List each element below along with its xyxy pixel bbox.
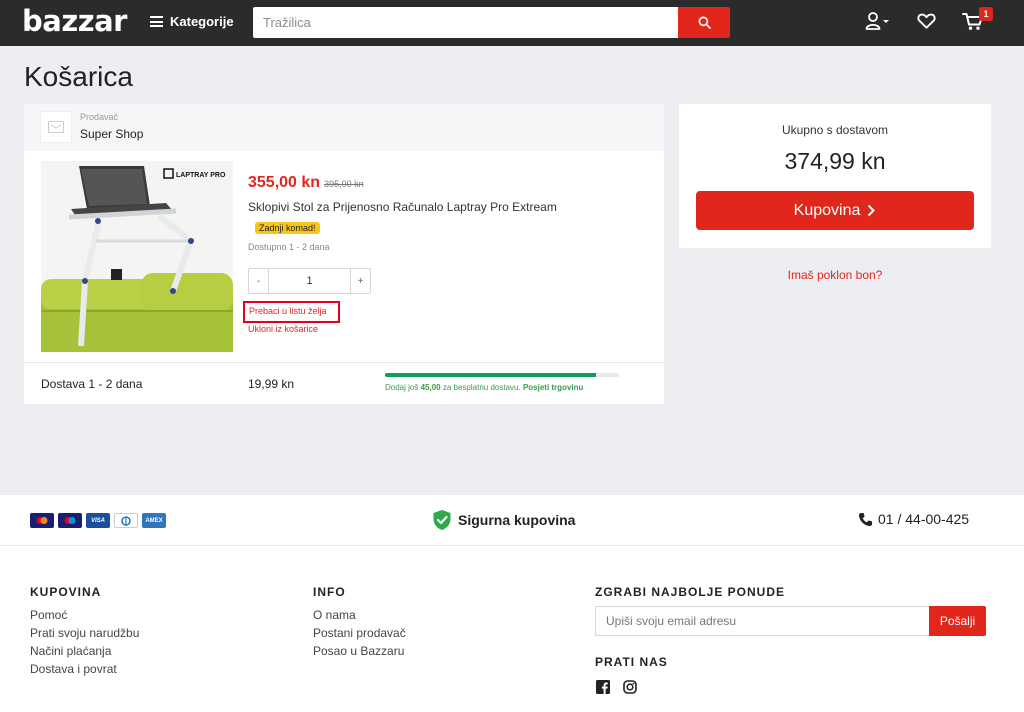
visa-icon: VISA [86,513,110,528]
chevron-right-icon [868,204,876,217]
secure-shopping: Sigurna kupovina [432,509,575,531]
seller-name[interactable]: Super Shop [80,127,143,141]
product-image-brand: LAPTRAY PRO [176,172,226,179]
quantity-decrease-button[interactable]: - [249,269,269,293]
facebook-icon[interactable] [596,680,610,694]
user-icon [865,12,889,30]
trust-bar: VISA AMEX Sigurna kupovina 01 / 44-00-42… [0,495,1024,546]
payment-cards: VISA AMEX [30,513,166,528]
mastercard-icon [30,513,54,528]
item-price-row: 355,00 kn 395,00 kn [248,174,364,192]
bazzar-logo[interactable]: bazzar [22,4,127,38]
top-header: bazzar Kategorije 1 [0,0,1024,46]
product-name-link[interactable]: Sklopivi Stol za Prijenosno Računalo Lap… [248,200,557,214]
footer-link-become-seller[interactable]: Postani prodavač [313,626,406,644]
quantity-input[interactable] [269,269,350,293]
msg-amount: 45,00 [420,383,441,392]
cart-panel: Prodavač Super Shop LAPTRAY PRO 355,00 k… [24,104,664,404]
page-title: Košarica [24,61,133,92]
wishlist-button[interactable] [917,12,936,35]
search-input[interactable] [253,7,678,38]
footer: VISA AMEX Sigurna kupovina 01 / 44-00-42… [0,495,1024,712]
product-image[interactable]: LAPTRAY PRO [41,161,233,352]
progress-fill [385,373,596,377]
checkout-button[interactable]: Kupovina [696,191,974,230]
footer-link-track-order[interactable]: Prati svoju narudžbu [30,626,139,644]
cart-button[interactable]: 1 [962,7,993,36]
availability-text: Dostupno 1 - 2 dana [248,242,330,252]
phone-number: 01 / 44-00-425 [878,511,970,527]
footer-links-shopping: Pomoć Prati svoju narudžbu Načini plaćan… [30,608,139,680]
newsletter-email-input[interactable] [595,606,929,636]
visit-store-link[interactable]: Posjeti trgovinu [523,383,583,392]
free-shipping-progress-bar [385,373,619,377]
search-icon [698,16,711,29]
instagram-icon[interactable] [623,680,637,694]
seller-logo[interactable] [40,111,72,143]
msg-suffix: za besplatnu dostavu. [442,383,521,392]
move-to-wishlist-link[interactable]: Prebaci u listu želja [243,301,340,323]
phone-icon [858,512,873,526]
total-value: 374,99 kn [784,148,886,174]
shipping-title: Dostava 1 - 2 dana [41,377,143,391]
newsletter-submit-button[interactable]: Pošalji [929,606,986,636]
cart-count-badge: 1 [979,7,993,21]
free-shipping-message: Dodaj još 45,00 za besplatnu dostavu. Po… [385,383,583,392]
footer-heading-social: PRATI NAS [595,655,668,669]
footer-links-info: O nama Postani prodavač Posao u Bazzaru [313,608,406,662]
footer-link-help[interactable]: Pomoć [30,608,139,626]
shipping-row: Dostava 1 - 2 dana 19,99 kn Dodaj još 45… [24,362,664,404]
footer-link-careers[interactable]: Posao u Bazzaru [313,644,406,662]
footer-heading-info: INFO [313,585,346,599]
checkout-label: Kupovina [793,201,861,219]
footer-link-about[interactable]: O nama [313,608,406,626]
quantity-increase-button[interactable]: + [350,269,370,293]
total-label: Ukupno s dostavom [781,123,889,137]
store-icon [48,121,64,133]
categories-menu-button[interactable]: Kategorije [150,14,234,29]
social-links [596,680,637,694]
hamburger-icon [150,16,163,27]
phone-contact[interactable]: 01 / 44-00-425 [858,511,969,527]
search-button[interactable] [678,7,730,38]
amex-icon: AMEX [142,513,166,528]
account-menu-button[interactable] [865,11,891,36]
maestro-icon [58,513,82,528]
seller-label: Prodavač [80,112,119,122]
search-bar [253,7,730,38]
order-summary: Ukupno s dostavom 374,99 kn Kupovina [679,104,991,248]
msg-prefix: Dodaj još [385,383,419,392]
remove-from-cart-link[interactable]: Ukloni iz košarice [248,324,318,334]
seller-header: Prodavač Super Shop [24,104,664,151]
footer-link-payment-methods[interactable]: Načini plaćanja [30,644,139,662]
secure-label: Sigurna kupovina [458,512,576,528]
footer-heading-newsletter: ZGRABI NAJBOLJE PONUDE [595,585,786,599]
quantity-stepper: - + [248,268,371,294]
heart-icon [917,13,936,29]
item-price: 355,00 kn [248,174,321,191]
diners-icon [114,513,138,528]
footer-heading-shopping: KUPOVINA [30,585,102,599]
item-old-price: 395,00 kn [324,179,364,189]
shipping-price: 19,99 kn [248,377,295,391]
gift-voucher-link[interactable]: Imaš poklon bon? [679,268,991,282]
categories-label: Kategorije [170,14,234,29]
last-item-badge: Zadnji komad! [255,222,320,234]
shield-check-icon [433,510,451,530]
footer-link-delivery-returns[interactable]: Dostava i povrat [30,662,139,680]
newsletter-form: Pošalji [595,606,986,636]
